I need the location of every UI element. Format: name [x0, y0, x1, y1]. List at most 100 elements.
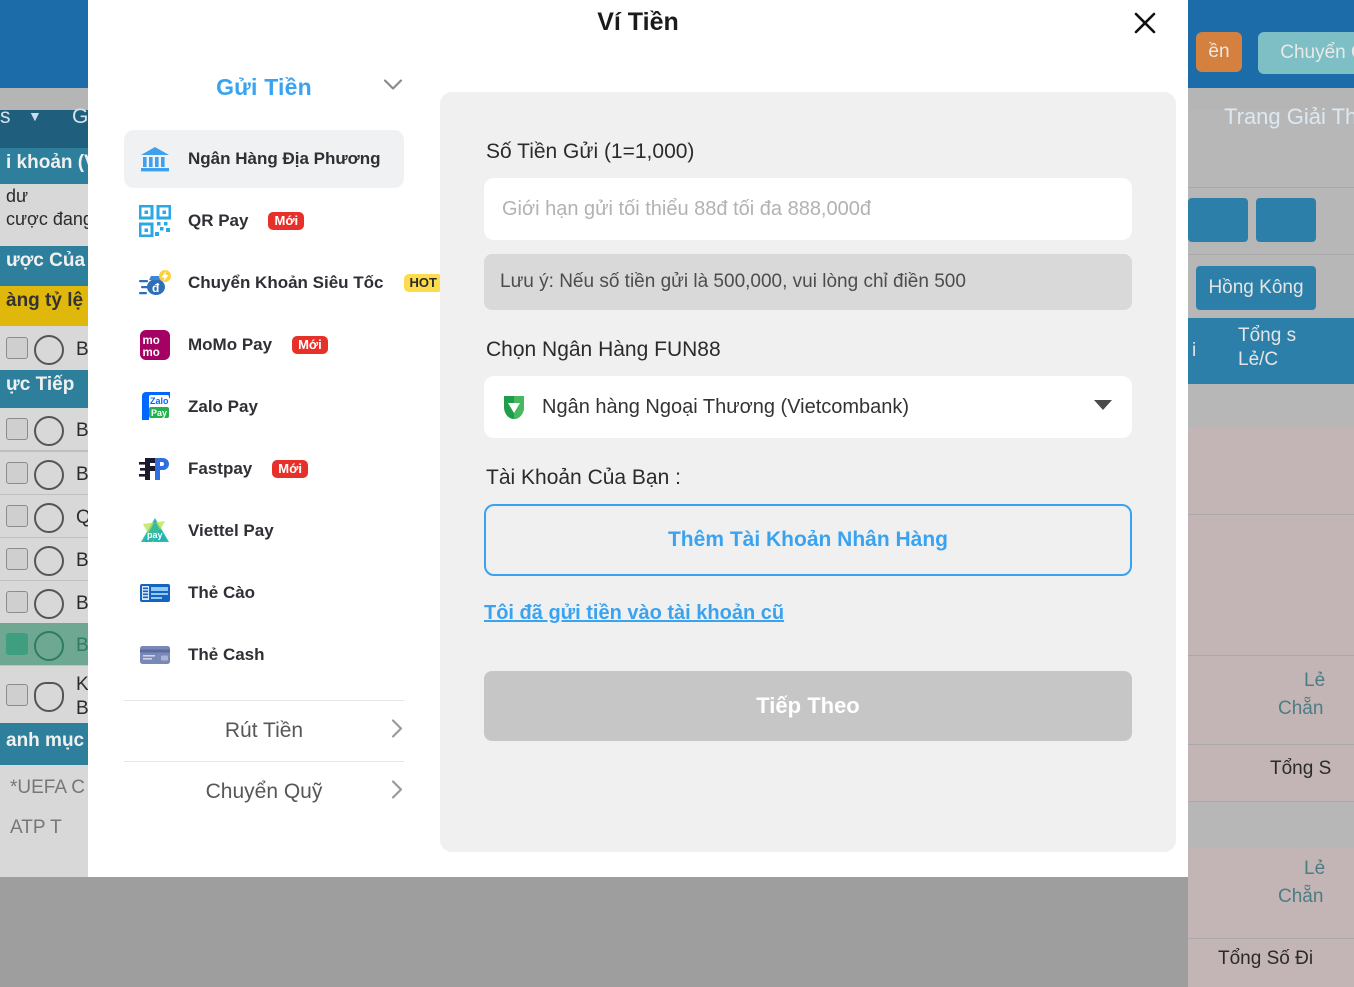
sidebar-item-label: Ngân Hàng Địa Phương: [188, 149, 381, 168]
momo-icon: mo mo: [138, 328, 172, 362]
bank-select[interactable]: Ngân hàng Ngoại Thương (Vietcombank): [484, 376, 1132, 438]
bg-promo-bar: àng tỷ lệ c: [6, 290, 90, 311]
amount-input[interactable]: Giới hạn gửi tối thiểu 88đ tối đa 888,00…: [484, 178, 1132, 240]
amount-label: Số Tiền Gửi (1=1,000): [486, 140, 695, 163]
sidebar-item-label: Thẻ Cash: [188, 645, 265, 664]
sidebar-item-zalo-pay[interactable]: Zalo Pay Zalo Pay: [124, 378, 404, 436]
svg-text:mo: mo: [143, 335, 160, 347]
sidebar-item-momo-pay[interactable]: mo mo MoMo Pay Mới: [124, 316, 404, 374]
bg-balance-line2: cược đang: [6, 209, 90, 229]
amount-note: Lưu ý: Nếu số tiền gửi là 500,000, vui l…: [484, 254, 1132, 310]
bg-row-label: Tổng Số Đi: [1218, 948, 1314, 969]
amount-placeholder: Giới hạn gửi tối thiểu 88đ tối đa 888,00…: [502, 197, 871, 220]
bg-row-label: Chẵn: [1278, 698, 1324, 719]
bg-sport-checkbox-checked[interactable]: [6, 633, 28, 655]
sidebar-section-withdraw[interactable]: Rút Tiền: [124, 701, 404, 761]
chevron-right-icon: [390, 779, 404, 806]
bg-sport-checkbox[interactable]: [6, 684, 28, 706]
old-account-link[interactable]: Tôi đã gửi tiền vào tài khoản cũ: [484, 602, 784, 625]
sidebar-section-transfer[interactable]: Chuyển Quỹ: [124, 762, 404, 822]
close-icon[interactable]: [1130, 8, 1160, 38]
bg-bet-history-icon[interactable]: [1256, 198, 1316, 242]
bg-account-label: i khoản (V: [6, 152, 90, 173]
bg-balance-line1: dư: [6, 186, 29, 206]
sidebar-item-label: Thẻ Cào: [188, 583, 256, 602]
bank-icon: [138, 142, 172, 176]
sidebar-item-label: Chuyển Khoản Siêu Tốc: [188, 273, 384, 292]
badge-new: Mới: [268, 211, 305, 231]
modal-header: Ví Tiền: [88, 0, 1188, 48]
badge-new: Mới: [292, 335, 328, 355]
viettelpay-icon: pay: [138, 514, 172, 548]
bank-selected-value: Ngân hàng Ngoại Thương (Vietcombank): [542, 395, 910, 418]
bg-basketball-icon: [34, 460, 64, 490]
bg-left-sidebar: i khoản (V dư cược đang ược Của àng tỷ l…: [0, 110, 114, 877]
bg-note-icon[interactable]: [1188, 198, 1248, 242]
bg-football-icon: [34, 335, 64, 365]
svg-text:đ: đ: [152, 281, 160, 295]
bg-snooker-icon: [34, 546, 64, 576]
payment-method-list: Ngân Hàng Địa Phương QR Pay Mới đ Chuyển…: [88, 130, 443, 684]
bg-transfer-button[interactable]: Chuyển Q: [1258, 32, 1354, 74]
bg-promo-link[interactable]: Trang Giải Thư: [1224, 104, 1354, 130]
sidebar-item-scratch-card[interactable]: Thẻ Cào: [124, 564, 404, 622]
vietcombank-shield-icon: [502, 394, 526, 420]
bg-sport-checkbox[interactable]: [6, 505, 28, 527]
bg-my-bets-header: ược Của: [6, 250, 86, 271]
bg-sport-checkbox[interactable]: [6, 548, 28, 570]
bg-volleyball-icon: [34, 631, 64, 661]
sidebar-item-viettel-pay[interactable]: pay Viettel Pay: [124, 502, 404, 560]
bg-live-header: ực Tiếp: [6, 374, 75, 395]
chevron-down-icon: [382, 78, 404, 97]
wallet-modal: Ví Tiền Gửi Tiền Ngân Hàng Địa Phương QR…: [88, 0, 1188, 877]
wallet-sidebar: Gửi Tiền Ngân Hàng Địa Phương QR Pay Mới…: [88, 48, 443, 877]
fastpay-icon: [138, 452, 172, 486]
caret-down-icon: [1094, 398, 1112, 416]
add-bank-account-button[interactable]: Thêm Tài Khoản Nhân Hàng: [484, 504, 1132, 576]
bg-category-header: anh mục t: [6, 730, 90, 751]
bg-ice-hockey-icon: [34, 682, 64, 712]
bg-col-header: Tổng s Lẻ/C: [1238, 325, 1297, 370]
sidebar-item-label: Fastpay: [188, 459, 253, 478]
sidebar-item-label: Viettel Pay: [188, 521, 274, 540]
sidebar-item-label: QR Pay: [188, 211, 249, 230]
bg-nav-item-2[interactable]: G: [72, 105, 88, 129]
svg-text:mo: mo: [143, 347, 160, 359]
bg-sport-checkbox[interactable]: [6, 462, 28, 484]
sidebar-item-fast-transfer[interactable]: đ Chuyển Khoản Siêu Tốc HOT: [124, 254, 443, 312]
badge-new: Mới: [272, 459, 308, 479]
page-title: Ví Tiền: [597, 8, 679, 36]
account-label: Tài Khoản Của Bạn :: [486, 466, 681, 489]
next-button[interactable]: Tiếp Theo: [484, 671, 1132, 741]
bank-label: Chọn Ngân Hàng FUN88: [486, 338, 721, 361]
bg-nav-item-1[interactable]: s: [0, 105, 11, 129]
sidebar-item-label: Zalo Pay: [188, 397, 258, 416]
bg-sport-checkbox[interactable]: [6, 591, 28, 613]
deposit-form-card: Số Tiền Gửi (1=1,000) Giới hạn gửi tối t…: [440, 92, 1176, 852]
sidebar-section-title: Gửi Tiền: [216, 73, 312, 100]
sidebar-item-qr-pay[interactable]: QR Pay Mới: [124, 192, 404, 250]
svg-text:Zalo: Zalo: [150, 396, 169, 406]
bg-right-content: Hồng Kông i Tổng s Lẻ/C Tổng Số Đi Lẻ Ch…: [1188, 110, 1354, 987]
sidebar-item-local-bank[interactable]: Ngân Hàng Địa Phương: [124, 130, 404, 188]
sidebar-item-cash-card[interactable]: Thẻ Cash: [124, 626, 404, 684]
bg-sport-checkbox[interactable]: [6, 337, 28, 359]
scratch-card-icon: [138, 576, 172, 610]
bg-row-label: Lẻ: [1304, 670, 1326, 691]
bg-tennis-icon: [34, 503, 64, 533]
chevron-right-icon: [390, 718, 404, 745]
sidebar-item-fastpay[interactable]: Fastpay Mới: [124, 440, 404, 498]
sidebar-section-deposit[interactable]: Gửi Tiền: [88, 48, 440, 126]
bg-region-button[interactable]: Hồng Kông: [1196, 266, 1316, 310]
bg-event-2: ATP T: [10, 817, 62, 838]
bg-sport-checkbox[interactable]: [6, 418, 28, 440]
bg-event-1: *UEFA C: [10, 777, 85, 798]
svg-text:Pay: Pay: [151, 408, 167, 418]
bg-table-tennis-icon: [34, 589, 64, 619]
bg-deposit-button[interactable]: ền: [1196, 32, 1242, 72]
bg-football-icon: [34, 416, 64, 446]
qr-pay-icon: [138, 204, 172, 238]
bg-row-label: Chẵn: [1278, 886, 1324, 907]
svg-text:pay: pay: [147, 530, 163, 540]
modal-body: Gửi Tiền Ngân Hàng Địa Phương QR Pay Mới…: [88, 48, 1188, 877]
